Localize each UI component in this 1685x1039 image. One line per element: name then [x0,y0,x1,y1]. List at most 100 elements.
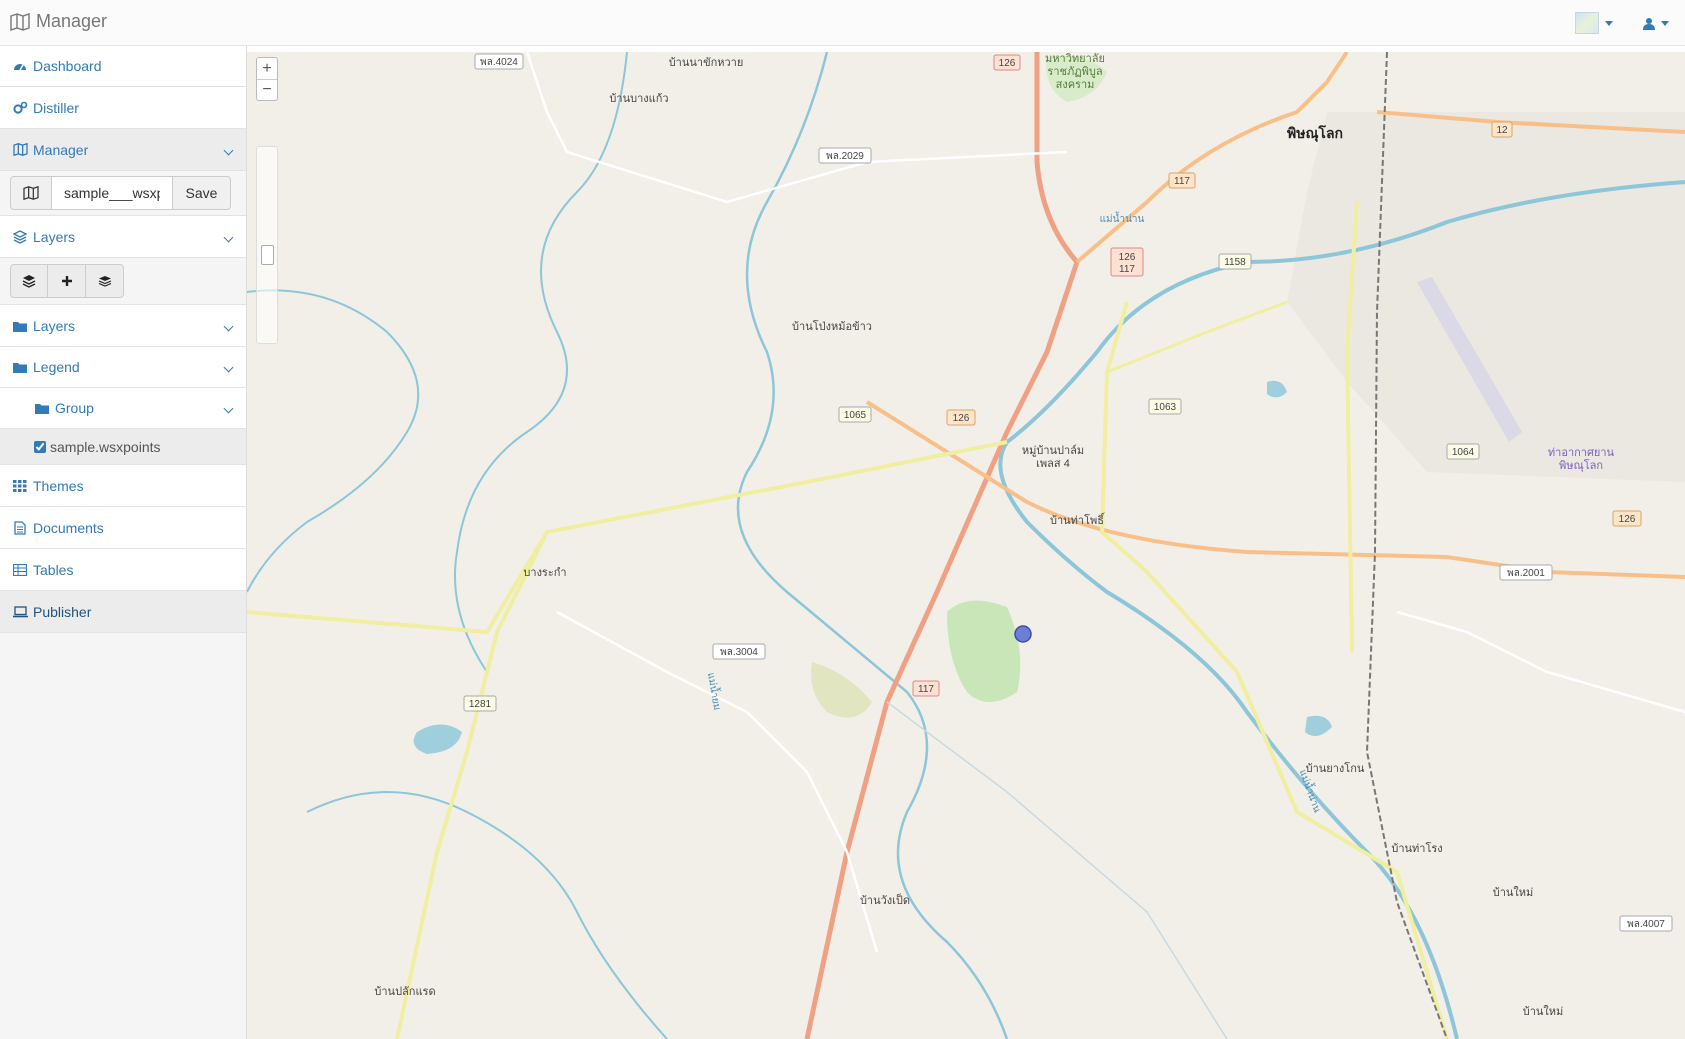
route-shield: พล.2029 [818,147,872,164]
sidebar: Dashboard Distiller Manager Save Layers … [0,46,247,1039]
chevron-down-icon [223,362,234,373]
place-label: บ้านโป่งหม้อข้าว [792,319,872,333]
sidebar-item-manager[interactable]: Manager [0,129,246,171]
app-title: Manager [36,11,108,31]
add-layer-button[interactable] [48,264,86,298]
svg-text:1063: 1063 [1154,402,1177,413]
route-shield: 126 [1612,510,1642,527]
map-labels: พล.4024 126 12 117 พล.2029 126117 1158 1… [374,53,1673,1018]
legend-layer-label: sample.wsxpoints [50,438,161,455]
svg-text:117: 117 [918,684,934,695]
zoom-out-button[interactable]: − [257,79,277,100]
sidebar-item-publisher[interactable]: Publisher [0,591,246,633]
sidebar-item-dashboard[interactable]: Dashboard [0,46,246,87]
sidebar-item-label: Themes [33,477,84,494]
zoom-slider-handle[interactable] [261,245,274,265]
svg-text:126: 126 [1119,252,1136,263]
sidebar-item-documents[interactable]: Documents [0,507,246,549]
sidebar-item-layers-tools[interactable]: Layers [0,216,246,258]
sidebar-item-label: Publisher [33,603,92,620]
map-canvas[interactable]: พล.4024 126 12 117 พล.2029 126 117 1158 1… [247,52,1685,1039]
place-label: บ้านยางโกน [1306,761,1365,775]
map-name-form: Save [0,171,246,216]
data-point-marker[interactable] [1014,625,1032,643]
stack-icon [98,276,111,287]
route-shield: พล.3004 [712,643,766,660]
legend-group-item[interactable]: Group [0,388,246,429]
zoom-in-button[interactable]: + [257,58,277,79]
place-label: เพลส 4 [1036,458,1070,470]
route-shield: 117 [912,680,940,697]
user-dropdown[interactable] [1635,15,1685,32]
route-shield: พล.4024 [474,53,524,70]
place-label: ราชภัฏพิบูล [1047,66,1102,78]
map-icon [10,12,30,31]
caret-down-icon [1661,20,1669,26]
route-shield: 126 [993,54,1021,71]
svg-text:พล.2029: พล.2029 [826,151,864,162]
route-shield: 1065 [838,406,872,423]
svg-text:พล.4024: พล.4024 [480,57,518,68]
place-label: มหาวิทยาลัย [1045,53,1105,65]
place-label: บ้านบางแก้ว [609,93,668,105]
route-shield: 1281 [463,695,497,712]
document-icon [12,520,28,535]
map-select-button[interactable] [10,176,52,210]
city-label: พิษณุโลก [1287,124,1343,142]
chevron-down-icon [223,145,234,155]
place-label: บ้านวังเป็ด [860,893,910,907]
place-labels: บ้านนาขักหวาย บ้านบางแก้ว มหาวิทยาลัย รา… [374,53,1614,1018]
sidebar-item-label: Group [55,400,94,416]
airport-label: พิษณุโลก [1559,458,1603,472]
route-shields: พล.4024 126 12 117 พล.2029 126117 1158 1… [463,53,1673,932]
map-name-input[interactable] [52,176,173,210]
caret-down-icon [1605,20,1613,26]
save-button[interactable]: Save [173,176,231,210]
basemap-dropdown[interactable] [1567,10,1621,36]
svg-text:117: 117 [1119,264,1135,275]
svg-text:1281: 1281 [469,699,492,710]
place-label: หมู่บ้านปาล์ม [1022,444,1084,457]
zoom-slider[interactable] [256,146,278,344]
chevron-down-icon [223,321,234,331]
airport-label: ท่าอากาศยาน [1548,447,1615,459]
place-label: สงคราม [1056,79,1095,91]
chevron-down-icon [223,232,234,242]
river-label: แม่น้ำยม [705,671,725,711]
chevron-down-icon [223,403,234,414]
place-label: บ้านนาขักหวาย [669,57,744,69]
svg-text:117: 117 [1174,176,1190,187]
sidebar-item-label: Manager [33,141,89,158]
route-shield: 1063 [1148,398,1182,415]
folder-icon [12,319,28,333]
route-shield: พล.2001 [1499,564,1553,581]
app-brand[interactable]: Manager [10,11,107,32]
sidebar-item-themes[interactable]: Themes [0,465,246,507]
sidebar-item-tables[interactable]: Tables [0,549,246,591]
route-shield: 117 [1168,172,1196,189]
place-label: บางระกำ [523,567,566,579]
place-label: บ้านท่าโรง [1391,841,1442,855]
layers-icon [22,275,36,288]
table-icon [12,563,28,577]
grid-icon [12,479,28,493]
layers-button[interactable] [10,264,48,298]
plus-icon [61,276,72,286]
sidebar-item-legend[interactable]: Legend [0,347,246,388]
sidebar-item-label: Tables [33,561,74,578]
svg-text:126: 126 [953,413,970,424]
layer-stack-button[interactable] [86,264,124,298]
user-icon [1643,17,1655,30]
svg-text:พล.4007: พล.4007 [1627,919,1665,930]
layer-visibility-checkbox[interactable] [34,440,46,453]
route-shield: 126117 [1110,247,1144,277]
svg-text:พล.2001: พล.2001 [1507,568,1545,579]
route-shield: พล.4007 [1619,915,1673,932]
sidebar-item-layers-folder[interactable]: Layers [0,305,246,347]
sidebar-item-label: Dashboard [33,58,102,74]
sidebar-item-label: Layers [33,228,76,245]
sidebar-item-distiller[interactable]: Distiller [0,87,246,129]
top-navbar: Manager [0,0,1685,46]
svg-text:1064: 1064 [1452,447,1475,458]
river-label: แม่น้ำน่าน [1100,211,1145,225]
